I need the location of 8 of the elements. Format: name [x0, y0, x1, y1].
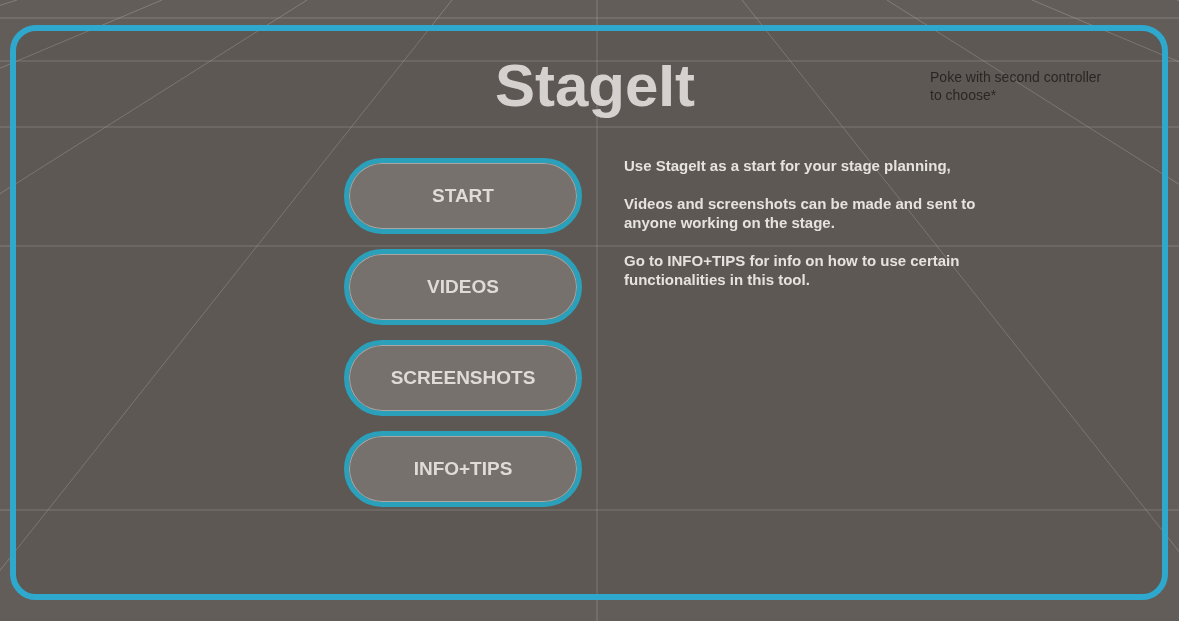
menu-button[interactable]: START	[344, 158, 582, 234]
description-paragraph: Go to INFO+TIPS for info on how to use certain functionalities in this tool.	[624, 251, 961, 289]
description-paragraph: Videos and screenshots can be made and sent to anyone working on the stage.	[624, 194, 977, 232]
menu-button[interactable]: VIDEOS	[344, 249, 582, 325]
menu-button[interactable]: INFO+TIPS	[344, 431, 582, 507]
description-paragraph: Use StageIt as a start for your stage planning,	[624, 156, 952, 175]
app-title: StageIt	[493, 54, 695, 118]
menu-button[interactable]: SCREENSHOTS	[344, 340, 582, 416]
